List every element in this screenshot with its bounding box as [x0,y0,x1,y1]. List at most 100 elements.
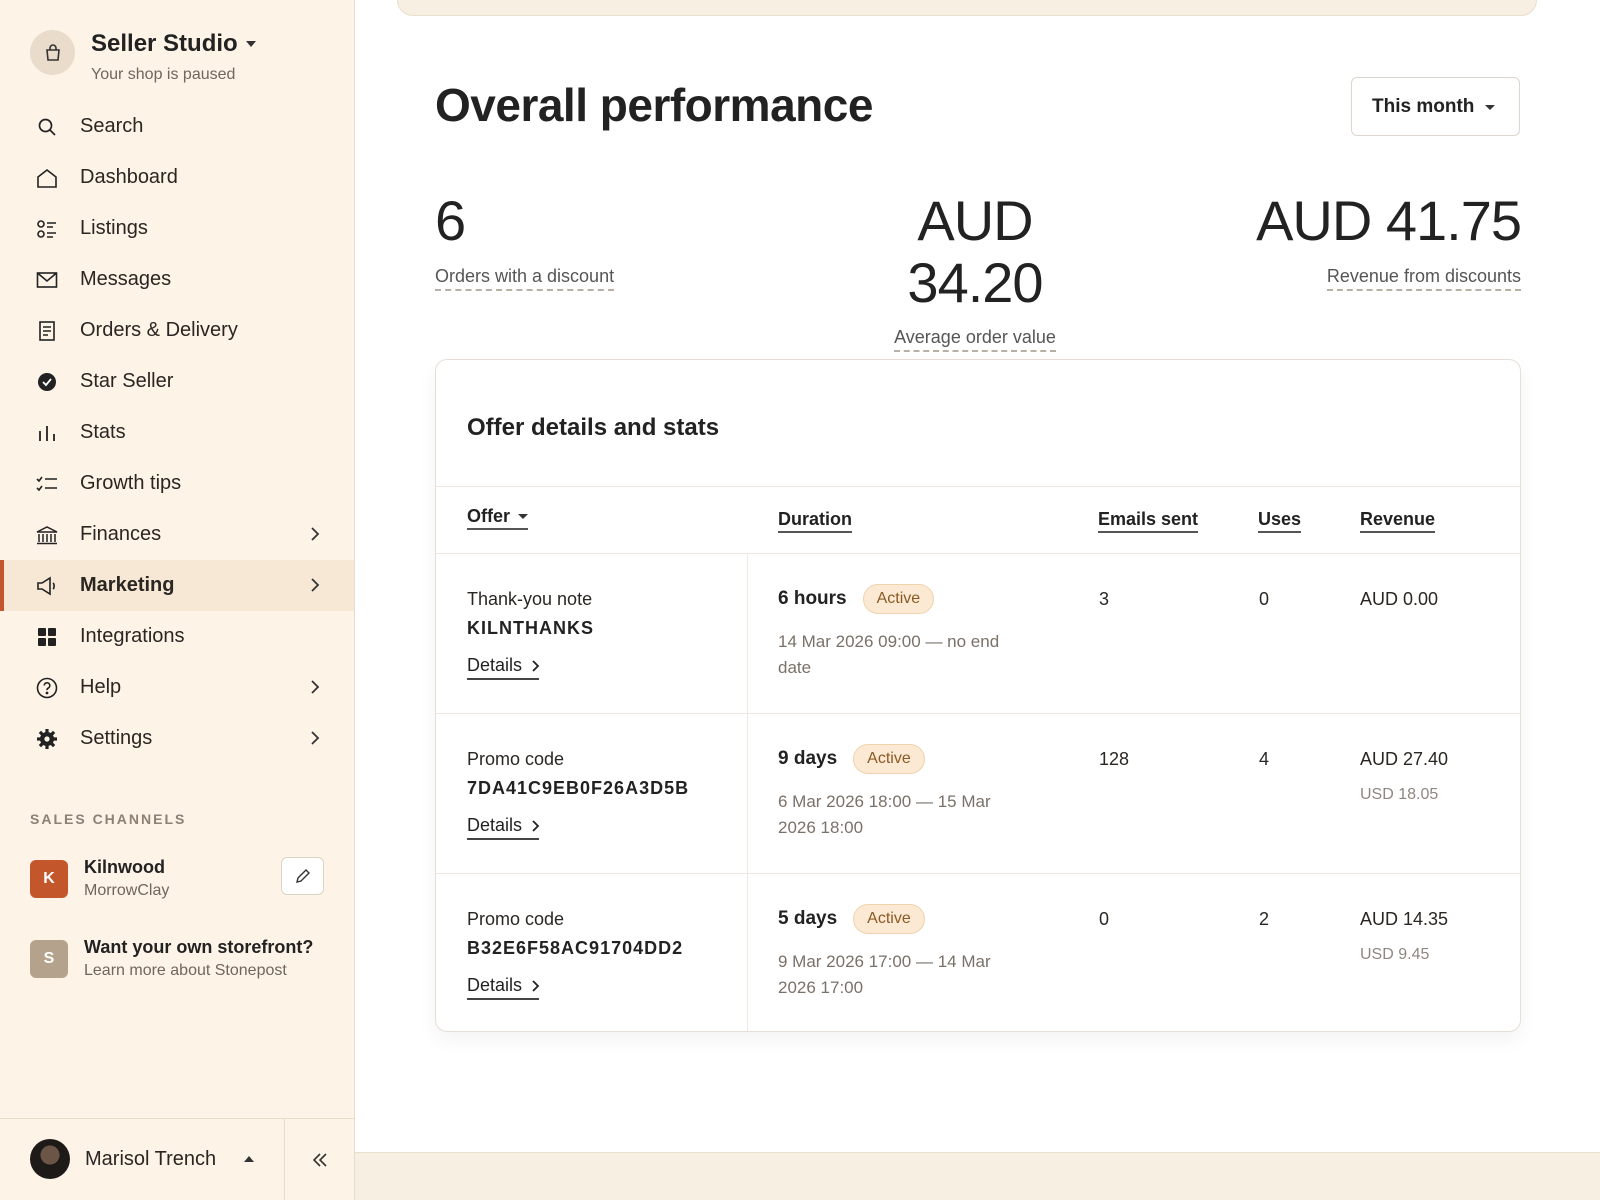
user-bar: Marisol Trench [0,1118,354,1200]
nav-growth-tips[interactable]: Growth tips [0,458,354,509]
metric-label[interactable]: Average order value [894,327,1056,353]
clipboard-icon [36,320,58,342]
column-revenue[interactable]: Revenue [1360,509,1436,533]
caret-down-icon [245,41,256,47]
column-duration[interactable]: Duration [778,509,852,533]
details-link[interactable]: Details [467,975,540,1000]
chevron-right-icon [311,527,320,541]
shop-avatar [30,30,75,75]
caret-down-icon [518,514,529,519]
nav-listings[interactable]: Listings [0,203,354,254]
listings-icon [36,218,58,240]
channel-storefront-promo[interactable]: S Want your own storefront? Learn more a… [30,937,313,980]
sales-channels-heading: SALES CHANNELS [30,811,187,827]
user-name: Marisol Trench [85,1147,217,1170]
nav-settings[interactable]: Settings [0,713,354,764]
edit-channel-button[interactable] [281,857,324,895]
uses-value: 2 [1259,909,1270,929]
offer-dates: 14 Mar 2026 09:00 — no end date [778,632,1000,677]
table-row: Promo code 7DA41C9EB0F26A3D5B Details 9 … [436,714,1520,874]
chevron-right-icon [532,819,540,832]
nav-label: Marketing [80,574,175,596]
table-row: Thank-you note KILNTHANKS Details 6 hour… [436,554,1520,714]
offer-type: Promo code [467,749,565,769]
offer-duration: 5 days [778,908,838,929]
star-badge-icon [36,371,58,393]
channel-kilnwood[interactable]: K Kilnwood MorrowClay [30,857,169,900]
shopping-bag-icon [45,43,60,61]
details-link[interactable]: Details [467,655,540,680]
shop-switcher[interactable]: Seller Studio Your shop is paused [30,30,256,84]
main-nav: Search Dashboard Listings Messages Order… [0,101,354,764]
help-icon [36,677,58,699]
avatar [30,1139,70,1179]
search-icon [36,116,58,138]
nav-search[interactable]: Search [0,101,354,152]
mail-icon [36,269,58,291]
nav-stats[interactable]: Stats [0,407,354,458]
bank-icon [36,524,58,546]
nav-messages[interactable]: Messages [0,254,354,305]
chevron-right-icon [311,578,320,592]
metric-label[interactable]: Orders with a discount [435,266,615,291]
grid-icon [36,626,58,648]
column-emails-sent[interactable]: Emails sent [1098,509,1199,533]
details-link[interactable]: Details [467,815,540,840]
revenue-value: AUD 0.00 [1360,589,1439,609]
column-uses[interactable]: Uses [1258,509,1302,533]
page-title: Overall performance [435,79,873,131]
nav-label: Growth tips [80,472,182,494]
nav-label: Listings [80,217,148,239]
date-range-dropdown[interactable]: This month [1351,77,1520,136]
nav-label: Stats [80,421,126,443]
offer-code: KILNTHANKS [467,618,594,638]
bar-chart-icon [36,422,58,444]
status-badge: Active [853,744,925,774]
gear-icon [36,728,58,750]
user-menu[interactable]: Marisol Trench [30,1139,255,1179]
offer-dates: 9 Mar 2026 17:00 — 14 Mar 2026 17:00 [778,952,991,997]
status-badge: Active [853,904,925,934]
chevron-right-icon [532,979,540,992]
revenue-value: AUD 27.40 [1360,749,1449,769]
revenue-usd-value: USD 18.05 [1360,786,1439,803]
table-row: Promo code B32E6F58AC91704DD2 Details 5 … [436,874,1520,1031]
bottom-banner-edge [355,1152,1600,1200]
date-range-label: This month [1372,95,1475,117]
nav-label: Search [80,115,144,137]
channel-subtitle: Learn more about Stonepost [84,962,287,979]
nav-orders-delivery[interactable]: Orders & Delivery [0,305,354,356]
nav-marketing[interactable]: Marketing [0,560,354,611]
channel-title: Want your own storefront? [84,937,314,957]
nav-dashboard[interactable]: Dashboard [0,152,354,203]
caret-up-icon [244,1156,255,1162]
emails-sent-value: 0 [1099,909,1110,929]
home-icon [36,167,58,189]
caret-down-icon [1485,105,1495,110]
metric-average-order-value: AUD 34.20 Average order value [845,189,1105,353]
column-offer-sort[interactable]: Offer [467,506,529,530]
collapse-sidebar-button[interactable] [284,1119,354,1200]
channel-badge: K [30,859,68,898]
nav-integrations[interactable]: Integrations [0,611,354,662]
offers-table-header: Offer Duration Emails sent Uses Revenue [436,486,1520,554]
nav-label: Integrations [80,625,185,647]
nav-star-seller[interactable]: Star Seller [0,356,354,407]
offers-card-title: Offer details and stats [467,414,720,441]
metric-label[interactable]: Revenue from discounts [1326,266,1521,291]
channel-title: Kilnwood [84,857,165,877]
offer-type: Promo code [467,909,565,929]
metric-value: AUD 34.20 [907,189,1043,314]
offer-code: 7DA41C9EB0F26A3D5B [467,778,690,798]
offer-type: Thank-you note [467,589,593,609]
nav-help[interactable]: Help [0,662,354,713]
emails-sent-value: 128 [1099,749,1130,769]
nav-finances[interactable]: Finances [0,509,354,560]
channel-subtitle: MorrowClay [84,882,170,899]
offer-duration: 6 hours [778,588,847,609]
metric-revenue-from-discounts: AUD 41.75 Revenue from discounts [1235,190,1522,291]
nav-label: Settings [80,727,153,749]
status-badge: Active [862,584,935,614]
nav-label: Orders & Delivery [80,319,238,341]
revenue-value: AUD 14.35 [1360,909,1449,929]
